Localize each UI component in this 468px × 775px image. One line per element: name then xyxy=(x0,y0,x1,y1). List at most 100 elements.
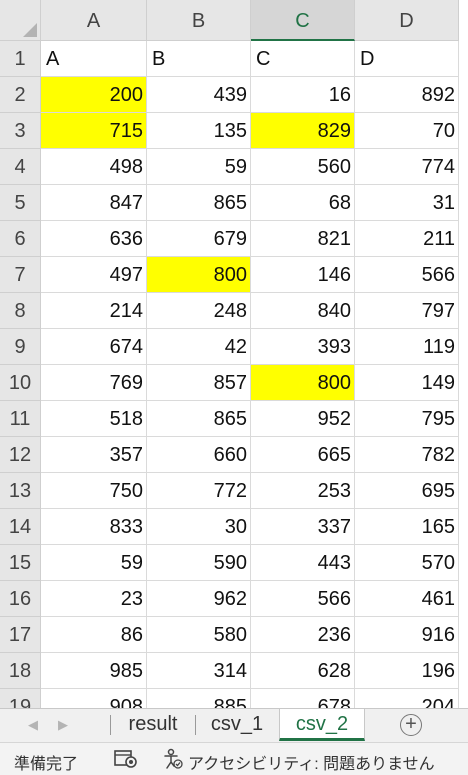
cell-b15[interactable]: 590 xyxy=(147,545,251,581)
cell-c10[interactable]: 800 xyxy=(251,365,355,401)
cell-a11[interactable]: 518 xyxy=(41,401,147,437)
cell-d10[interactable]: 149 xyxy=(355,365,459,401)
cell-a19[interactable]: 908 xyxy=(41,689,147,708)
cell-b6[interactable]: 679 xyxy=(147,221,251,257)
cell-b3[interactable]: 135 xyxy=(147,113,251,149)
cell-a8[interactable]: 214 xyxy=(41,293,147,329)
row-header[interactable]: 10 xyxy=(0,365,41,401)
cell-a3[interactable]: 715 xyxy=(41,113,147,149)
cell-d4[interactable]: 774 xyxy=(355,149,459,185)
cell-b7[interactable]: 800 xyxy=(147,257,251,293)
cell-c3[interactable]: 829 xyxy=(251,113,355,149)
cell-a15[interactable]: 59 xyxy=(41,545,147,581)
chevron-left-icon[interactable]: ◀ xyxy=(26,717,40,733)
spreadsheet-grid[interactable]: ABCD 1 A B C D 2 200 439 16 892 3 715 135 829 70 4 498 59… xyxy=(0,0,468,708)
cell-a10[interactable]: 769 xyxy=(41,365,147,401)
row-header[interactable]: 12 xyxy=(0,437,41,473)
cell-b17[interactable]: 580 xyxy=(147,617,251,653)
cell-b12[interactable]: 660 xyxy=(147,437,251,473)
row-header[interactable]: 17 xyxy=(0,617,41,653)
row-header[interactable]: 14 xyxy=(0,509,41,545)
cell-c5[interactable]: 68 xyxy=(251,185,355,221)
cell-a18[interactable]: 985 xyxy=(41,653,147,689)
cell-c13[interactable]: 253 xyxy=(251,473,355,509)
cell-a1[interactable]: A xyxy=(41,41,147,77)
row-header[interactable]: 18 xyxy=(0,653,41,689)
tab-result[interactable]: result xyxy=(112,709,194,741)
plus-circle-icon[interactable]: + xyxy=(400,714,422,736)
cell-c15[interactable]: 443 xyxy=(251,545,355,581)
cell-d15[interactable]: 570 xyxy=(355,545,459,581)
cell-b9[interactable]: 42 xyxy=(147,329,251,365)
cell-c18[interactable]: 628 xyxy=(251,653,355,689)
cell-b10[interactable]: 857 xyxy=(147,365,251,401)
row-header[interactable]: 5 xyxy=(0,185,41,221)
cell-c9[interactable]: 393 xyxy=(251,329,355,365)
row-header[interactable]: 2 xyxy=(0,77,41,113)
cell-d11[interactable]: 795 xyxy=(355,401,459,437)
row-header[interactable]: 3 xyxy=(0,113,41,149)
cell-c2[interactable]: 16 xyxy=(251,77,355,113)
cell-a17[interactable]: 86 xyxy=(41,617,147,653)
cell-c16[interactable]: 566 xyxy=(251,581,355,617)
tab-csv-1[interactable]: csv_1 xyxy=(196,709,278,741)
cell-b2[interactable]: 439 xyxy=(147,77,251,113)
tab-csv-2[interactable]: csv_2 xyxy=(279,709,365,741)
cell-c1[interactable]: C xyxy=(251,41,355,77)
cell-c11[interactable]: 952 xyxy=(251,401,355,437)
cell-c12[interactable]: 665 xyxy=(251,437,355,473)
cell-c14[interactable]: 337 xyxy=(251,509,355,545)
cell-a4[interactable]: 498 xyxy=(41,149,147,185)
select-all-corner[interactable] xyxy=(0,0,41,41)
row-header[interactable]: 9 xyxy=(0,329,41,365)
row-header[interactable]: 6 xyxy=(0,221,41,257)
column-header-d[interactable]: D xyxy=(355,0,459,41)
row-header[interactable]: 8 xyxy=(0,293,41,329)
cell-d16[interactable]: 461 xyxy=(355,581,459,617)
cell-b18[interactable]: 314 xyxy=(147,653,251,689)
cell-a5[interactable]: 847 xyxy=(41,185,147,221)
row-header[interactable]: 1 xyxy=(0,41,41,77)
cell-c8[interactable]: 840 xyxy=(251,293,355,329)
cell-d8[interactable]: 797 xyxy=(355,293,459,329)
macro-record-icon[interactable] xyxy=(114,749,138,769)
cell-b4[interactable]: 59 xyxy=(147,149,251,185)
cell-d19[interactable]: 204 xyxy=(355,689,459,708)
cell-a16[interactable]: 23 xyxy=(41,581,147,617)
cell-a9[interactable]: 674 xyxy=(41,329,147,365)
row-header[interactable]: 13 xyxy=(0,473,41,509)
cell-d13[interactable]: 695 xyxy=(355,473,459,509)
column-header-c[interactable]: C xyxy=(251,0,355,41)
chevron-right-icon[interactable]: ▶ xyxy=(56,717,70,733)
cell-c6[interactable]: 821 xyxy=(251,221,355,257)
row-header[interactable]: 15 xyxy=(0,545,41,581)
cell-a14[interactable]: 833 xyxy=(41,509,147,545)
cell-d14[interactable]: 165 xyxy=(355,509,459,545)
cell-c17[interactable]: 236 xyxy=(251,617,355,653)
cell-a7[interactable]: 497 xyxy=(41,257,147,293)
cell-d3[interactable]: 70 xyxy=(355,113,459,149)
cell-a2[interactable]: 200 xyxy=(41,77,147,113)
cell-b8[interactable]: 248 xyxy=(147,293,251,329)
row-header[interactable]: 7 xyxy=(0,257,41,293)
cell-c4[interactable]: 560 xyxy=(251,149,355,185)
cell-b13[interactable]: 772 xyxy=(147,473,251,509)
cell-d7[interactable]: 566 xyxy=(355,257,459,293)
cell-d18[interactable]: 196 xyxy=(355,653,459,689)
cell-b5[interactable]: 865 xyxy=(147,185,251,221)
column-header-a[interactable]: A xyxy=(41,0,147,41)
cell-d12[interactable]: 782 xyxy=(355,437,459,473)
cell-b16[interactable]: 962 xyxy=(147,581,251,617)
cell-d6[interactable]: 211 xyxy=(355,221,459,257)
column-header-b[interactable]: B xyxy=(147,0,251,41)
row-header[interactable]: 4 xyxy=(0,149,41,185)
cell-b19[interactable]: 885 xyxy=(147,689,251,708)
cell-d17[interactable]: 916 xyxy=(355,617,459,653)
cell-b1[interactable]: B xyxy=(147,41,251,77)
row-header[interactable]: 16 xyxy=(0,581,41,617)
cell-c7[interactable]: 146 xyxy=(251,257,355,293)
cell-d9[interactable]: 119 xyxy=(355,329,459,365)
cell-a6[interactable]: 636 xyxy=(41,221,147,257)
cell-d5[interactable]: 31 xyxy=(355,185,459,221)
cell-c19[interactable]: 678 xyxy=(251,689,355,708)
